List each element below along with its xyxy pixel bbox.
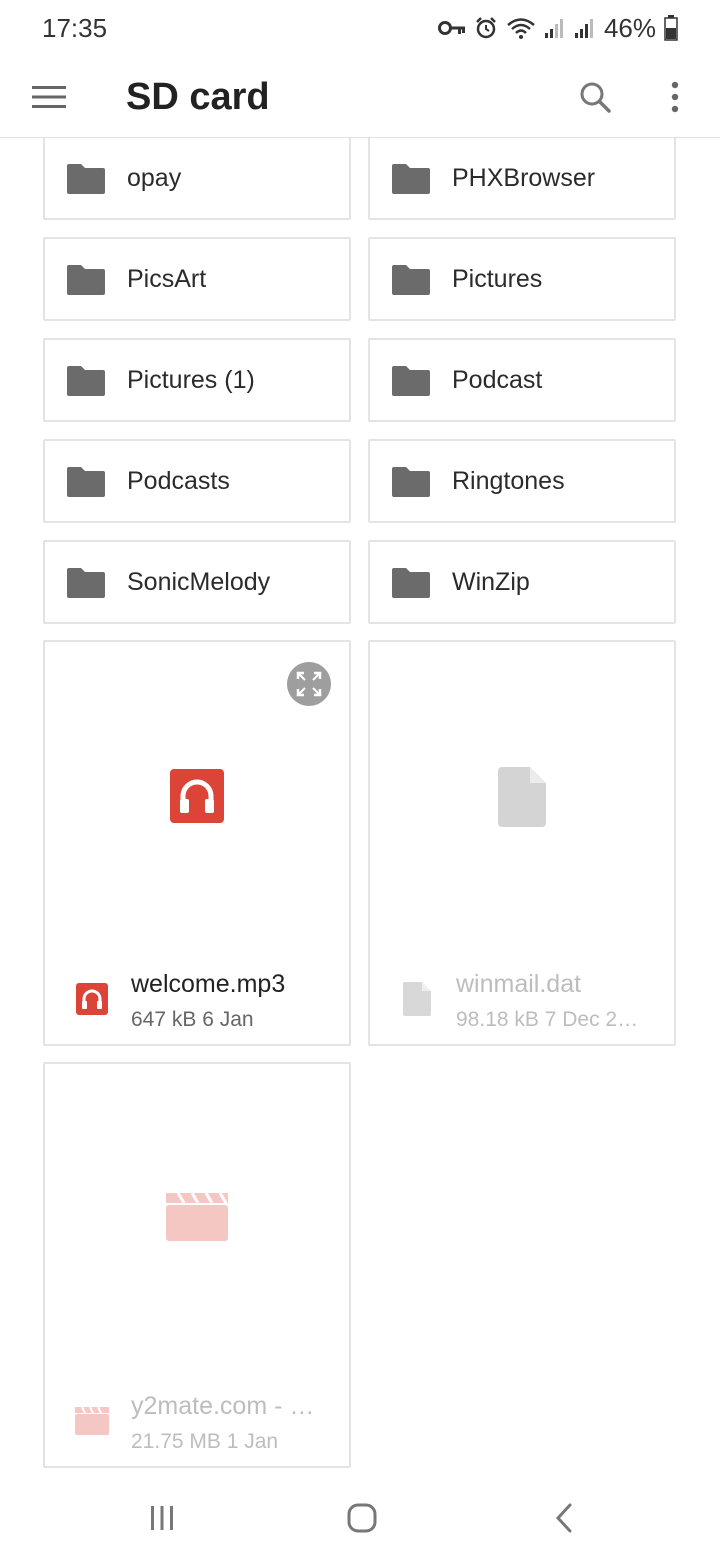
recent-apps-button[interactable]	[140, 1496, 184, 1540]
audio-small-icon-wrap	[75, 982, 109, 1016]
folder-name: Pictures (1)	[127, 365, 255, 394]
folder-icon	[67, 366, 105, 396]
back-icon	[555, 1503, 572, 1533]
home-button[interactable]	[340, 1496, 384, 1540]
folder-item[interactable]: opay	[43, 138, 351, 220]
expand-preview-button[interactable]	[287, 662, 331, 706]
video-preview	[45, 1192, 349, 1242]
folder-name: Podcasts	[127, 466, 230, 495]
vpn-key-icon	[437, 21, 465, 35]
system-nav-bar	[0, 1474, 720, 1560]
folder-icon	[392, 265, 430, 295]
folder-icon	[392, 568, 430, 598]
generic-preview	[370, 766, 674, 828]
battery-percent: 46%	[603, 12, 656, 43]
folder-icon	[392, 366, 430, 396]
folder-name: WinZip	[452, 567, 530, 596]
audio-small-icon	[76, 983, 108, 1015]
battery-icon	[664, 15, 678, 41]
video-small-icon	[75, 1407, 109, 1435]
signal-icon	[544, 19, 563, 38]
expand-icon	[296, 671, 322, 697]
file-meta: 98.18 kB 7 Dec 2…	[456, 1008, 639, 1031]
folder-item[interactable]: PicsArt	[43, 237, 351, 321]
folder-icon	[392, 467, 430, 497]
folder-item[interactable]: Pictures	[368, 237, 676, 321]
file-browser-content[interactable]: opay PHXBrowser PicsArt Pictures Pictures (1…	[0, 138, 720, 1474]
folder-item[interactable]: Podcasts	[43, 439, 351, 523]
audio-file-icon	[170, 769, 224, 823]
status-icons: 46%	[437, 12, 678, 44]
folder-name: Podcast	[452, 365, 543, 394]
more-vertical-icon	[671, 81, 679, 113]
folder-name: SonicMelody	[127, 567, 271, 596]
menu-button[interactable]	[26, 74, 72, 120]
folder-icon	[67, 265, 105, 295]
audio-preview	[45, 766, 349, 826]
folder-icon	[67, 467, 105, 497]
folder-name: PHXBrowser	[452, 163, 596, 192]
folder-item[interactable]: Podcast	[368, 338, 676, 422]
status-time: 17:35	[42, 12, 108, 43]
recent-apps-icon	[151, 1506, 173, 1530]
folder-name: Ringtones	[452, 466, 565, 495]
back-button[interactable]	[542, 1496, 586, 1540]
folder-name: PicsArt	[127, 264, 207, 293]
folder-icon	[67, 568, 105, 598]
status-bar: 17:35 46%	[0, 0, 720, 56]
file-card-welcome-mp3[interactable]: welcome.mp3 647 kB 6 Jan	[43, 640, 351, 1046]
more-options-button[interactable]	[652, 74, 698, 120]
menu-icon	[32, 86, 66, 108]
folder-item[interactable]: PHXBrowser	[368, 138, 676, 220]
folder-item[interactable]: WinZip	[368, 540, 676, 624]
folder-icon	[67, 164, 105, 194]
search-button[interactable]	[572, 74, 618, 120]
folder-name: opay	[127, 163, 182, 192]
alarm-icon	[476, 17, 496, 39]
file-card-winmail-dat[interactable]: winmail.dat 98.18 kB 7 Dec 2…	[368, 640, 676, 1046]
folder-item[interactable]: Ringtones	[368, 439, 676, 523]
folder-item[interactable]: Pictures (1)	[43, 338, 351, 422]
file-name: y2mate.com - …	[131, 1392, 315, 1420]
video-file-icon	[166, 1193, 228, 1241]
folder-item[interactable]: SonicMelody	[43, 540, 351, 624]
generic-small-icon-wrap	[400, 982, 434, 1016]
home-icon	[347, 1503, 377, 1533]
generic-small-icon	[403, 982, 431, 1016]
file-meta: 21.75 MB 1 Jan	[131, 1430, 279, 1453]
page-title: SD card	[126, 76, 270, 118]
folder-icon	[392, 164, 430, 194]
generic-file-icon	[498, 767, 546, 827]
file-name: winmail.dat	[456, 970, 582, 998]
video-small-icon-wrap	[75, 1404, 109, 1438]
wifi-icon	[507, 18, 535, 39]
signal-icon-secondary	[574, 19, 593, 38]
file-card-y2mate-video[interactable]: y2mate.com - … 21.75 MB 1 Jan	[43, 1062, 351, 1468]
search-icon	[580, 82, 611, 113]
folder-name: Pictures	[452, 264, 543, 293]
file-meta: 647 kB 6 Jan	[131, 1008, 254, 1031]
file-name: welcome.mp3	[131, 970, 286, 998]
app-bar: SD card	[0, 56, 720, 138]
